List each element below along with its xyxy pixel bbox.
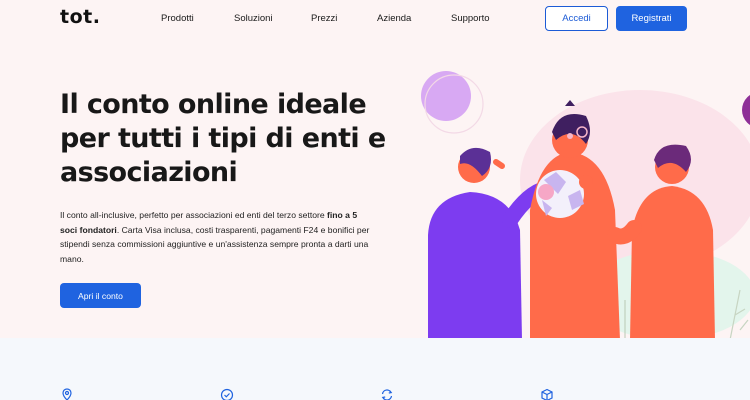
people-with-ball-illustration	[421, 71, 750, 341]
box-icon	[541, 388, 553, 400]
nav-supporto[interactable]: Supporto	[451, 13, 490, 24]
signup-button[interactable]: Registrati	[616, 6, 687, 31]
nav-prezzi[interactable]: Prezzi	[311, 13, 337, 24]
hero-title: Il conto online ideale per tutti i tipi …	[60, 89, 386, 188]
hero-description: Il conto all-inclusive, perfetto per ass…	[60, 208, 370, 266]
hero-illustration	[410, 60, 750, 341]
location-pin-icon	[62, 388, 72, 400]
logo[interactable]: tot.	[60, 6, 100, 28]
open-account-button[interactable]: Apri il conto	[60, 283, 141, 308]
nav-prodotti[interactable]: Prodotti	[161, 13, 194, 24]
nav-soluzioni[interactable]: Soluzioni	[234, 13, 273, 24]
hero-description-part-1: Il conto all-inclusive, perfetto per ass…	[60, 210, 328, 220]
check-circle-icon	[220, 388, 234, 400]
login-button[interactable]: Accedi	[545, 6, 608, 31]
nav-azienda[interactable]: Azienda	[377, 13, 411, 24]
top-navigation: tot. Prodotti Soluzioni Prezzi Azienda S…	[0, 0, 750, 38]
refresh-icon	[381, 389, 393, 400]
features-section	[0, 338, 750, 400]
